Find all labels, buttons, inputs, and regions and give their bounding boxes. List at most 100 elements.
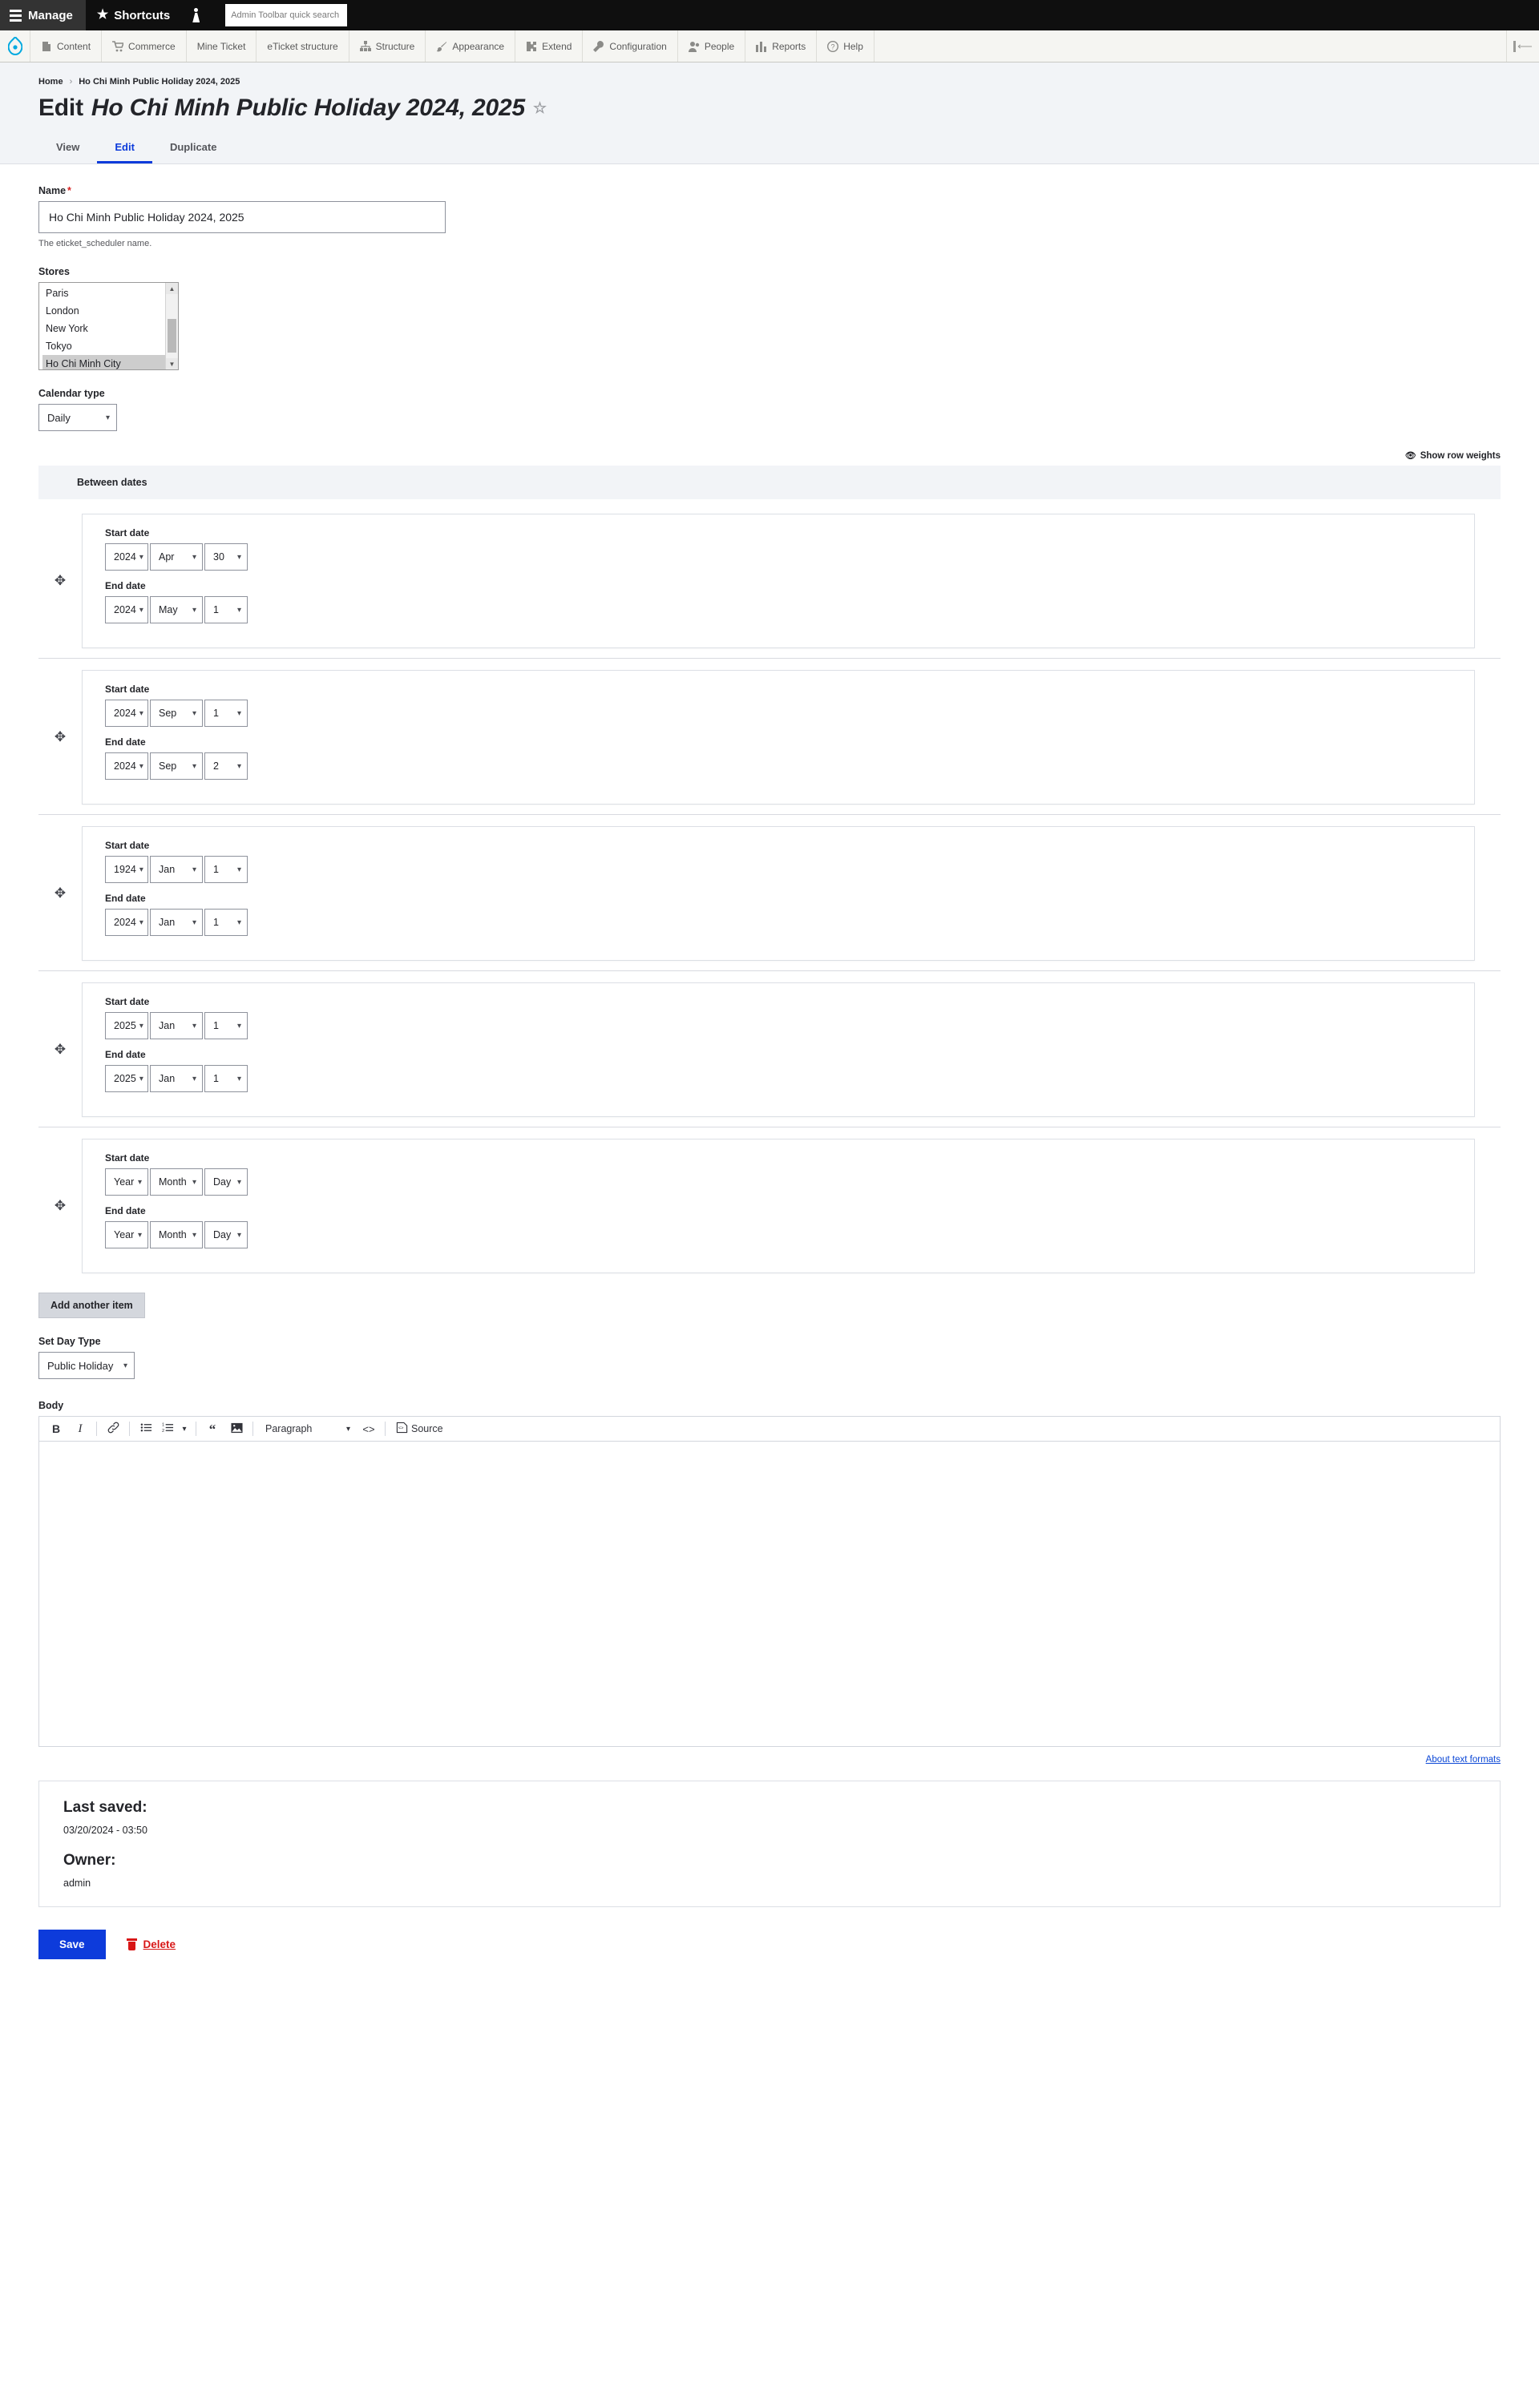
italic-button[interactable]: I [68, 1418, 92, 1440]
start-day-select[interactable]: 30 ▾ [204, 543, 248, 571]
stores-option[interactable]: Tokyo [42, 337, 165, 355]
bulleted-list-button[interactable] [134, 1418, 158, 1440]
set-day-type-select[interactable]: Public Holiday ▾ [38, 1352, 135, 1379]
menu-label: Extend [542, 40, 572, 52]
menu-item-reports[interactable]: Reports [745, 30, 818, 62]
image-button[interactable] [224, 1418, 248, 1440]
start-year-select[interactable]: 2024 ▾ [105, 543, 148, 571]
save-button[interactable]: Save [38, 1930, 106, 1959]
menu-item-structure[interactable]: Structure [349, 30, 426, 62]
drag-move-icon[interactable]: ✥ [38, 729, 82, 745]
delete-button[interactable]: Delete [126, 1938, 176, 1950]
admin-quick-search-placeholder: Admin Toolbar quick search [231, 10, 340, 20]
ckeditor: B I 12 ▾ “ Paragraph ▾ <> <> Source [38, 1416, 1501, 1747]
scroll-up-icon[interactable]: ▲ [166, 283, 178, 294]
calendar-type-select[interactable]: Daily ▾ [38, 404, 117, 431]
menu-item-appearance[interactable]: Appearance [426, 30, 516, 62]
end-month-select[interactable]: Jan ▾ [150, 1065, 203, 1092]
start-day-select[interactable]: 1 ▾ [204, 1012, 248, 1039]
scrollbar-thumb[interactable] [168, 319, 176, 353]
end-day-select[interactable]: 1 ▾ [204, 596, 248, 623]
drag-move-icon[interactable]: ✥ [38, 573, 82, 589]
end-month-select[interactable]: Jan ▾ [150, 909, 203, 936]
user-account-button[interactable] [181, 0, 211, 30]
bars-icon [756, 41, 767, 52]
stores-option[interactable]: Paris [42, 284, 165, 302]
blockquote-button[interactable]: “ [200, 1418, 224, 1440]
tab-view[interactable]: View [38, 138, 97, 163]
menu-item-eticket-structure[interactable]: eTicket structure [256, 30, 349, 62]
menu-item-extend[interactable]: Extend [515, 30, 584, 62]
end-year-select[interactable]: Year ▾ [105, 1221, 148, 1248]
body-editor-area[interactable] [39, 1442, 1500, 1746]
link-button[interactable] [101, 1418, 125, 1440]
end-year-select[interactable]: 2025 ▾ [105, 1065, 148, 1092]
menu-label: Commerce [128, 40, 176, 52]
show-row-weights-button[interactable]: 👁 Show row weights [0, 450, 1539, 461]
add-another-item-button[interactable]: Add another item [38, 1293, 145, 1318]
start-day-select[interactable]: Day ▾ [204, 1168, 248, 1196]
paragraph-format-dropdown[interactable]: Paragraph ▾ [257, 1423, 357, 1434]
start-month-select[interactable]: Apr ▾ [150, 543, 203, 571]
stores-listbox[interactable]: Paris London New York Tokyo Ho Chi Minh … [38, 282, 179, 370]
end-month-select[interactable]: Month ▾ [150, 1221, 203, 1248]
drag-move-icon[interactable]: ✥ [38, 1042, 82, 1058]
start-month-select[interactable]: Sep ▾ [150, 700, 203, 727]
drag-move-icon[interactable]: ✥ [38, 1198, 82, 1214]
start-year-select[interactable]: Year ▾ [105, 1168, 148, 1196]
stores-option[interactable]: London [42, 302, 165, 320]
body-field: Body B I 12 ▾ “ Paragraph ▾ <> <> Source [0, 1400, 1539, 1747]
name-label: Name * [38, 185, 71, 196]
end-year-select[interactable]: 2024 ▾ [105, 909, 148, 936]
numbered-list-button[interactable]: 12 [158, 1418, 177, 1440]
end-day-select[interactable]: 1 ▾ [204, 909, 248, 936]
start-date-label: Start date [105, 840, 150, 851]
drag-move-icon[interactable]: ✥ [38, 885, 82, 901]
start-month-select[interactable]: Month ▾ [150, 1168, 203, 1196]
end-day-select[interactable]: Day ▾ [204, 1221, 248, 1248]
about-text-formats-link[interactable]: About text formats [1426, 1755, 1501, 1765]
start-day-select[interactable]: 1 ▾ [204, 700, 248, 727]
inline-code-button[interactable]: <> [357, 1418, 381, 1440]
shortcuts-label: Shortcuts [114, 8, 171, 22]
end-year-select[interactable]: 2024 ▾ [105, 752, 148, 780]
end-month-select[interactable]: May ▾ [150, 596, 203, 623]
chevron-down-icon: ▾ [139, 552, 143, 562]
star-outline-icon[interactable]: ☆ [533, 99, 547, 118]
start-year-select[interactable]: 2025 ▾ [105, 1012, 148, 1039]
menu-item-people[interactable]: People [678, 30, 746, 62]
name-input[interactable]: Ho Chi Minh Public Holiday 2024, 2025 [38, 201, 446, 233]
chevron-down-icon: ▾ [139, 605, 143, 615]
menu-item-commerce[interactable]: Commerce [102, 30, 187, 62]
bold-button[interactable]: B [44, 1418, 68, 1440]
menu-item-help[interactable]: ? Help [817, 30, 875, 62]
end-month-select[interactable]: Sep ▾ [150, 752, 203, 780]
stores-option[interactable]: New York [42, 320, 165, 337]
menu-item-mine-ticket[interactable]: Mine Ticket [187, 30, 257, 62]
end-day-select[interactable]: 1 ▾ [204, 1065, 248, 1092]
source-button[interactable]: <> Source [390, 1422, 450, 1436]
start-year-select[interactable]: 2024 ▾ [105, 700, 148, 727]
tab-duplicate[interactable]: Duplicate [152, 138, 235, 163]
tab-edit[interactable]: Edit [97, 138, 152, 163]
manage-menu-button[interactable]: Manage [0, 0, 86, 30]
end-year-select[interactable]: 2024 ▾ [105, 596, 148, 623]
drupal-logo-icon[interactable] [0, 30, 30, 62]
start-year-select[interactable]: 1924 ▾ [105, 856, 148, 883]
scroll-down-icon[interactable]: ▼ [166, 358, 178, 369]
start-month-select[interactable]: Jan ▾ [150, 1012, 203, 1039]
shortcuts-button[interactable]: ★ Shortcuts [86, 0, 181, 30]
menu-item-content[interactable]: Content [30, 30, 103, 62]
toolbar-collapse-button[interactable]: ⟵ [1507, 30, 1539, 62]
breadcrumb-home[interactable]: Home [38, 77, 63, 87]
stores-scrollbar[interactable]: ▲ ▼ [165, 283, 178, 369]
end-day-select[interactable]: 2 ▾ [204, 752, 248, 780]
menu-item-configuration[interactable]: Configuration [583, 30, 678, 62]
list-dropdown-button[interactable]: ▾ [177, 1418, 192, 1440]
start-month-select[interactable]: Jan ▾ [150, 856, 203, 883]
admin-quick-search-input[interactable]: Admin Toolbar quick search [225, 4, 348, 26]
stores-option-selected[interactable]: Ho Chi Minh City [42, 355, 165, 369]
table-row: ✥ Start date 2024 ▾ Sep ▾ 1 ▾ End date 2024… [38, 658, 1501, 805]
end-date-selects: 2024 ▾ May ▾ 1 ▾ [105, 596, 1474, 623]
start-day-select[interactable]: 1 ▾ [204, 856, 248, 883]
